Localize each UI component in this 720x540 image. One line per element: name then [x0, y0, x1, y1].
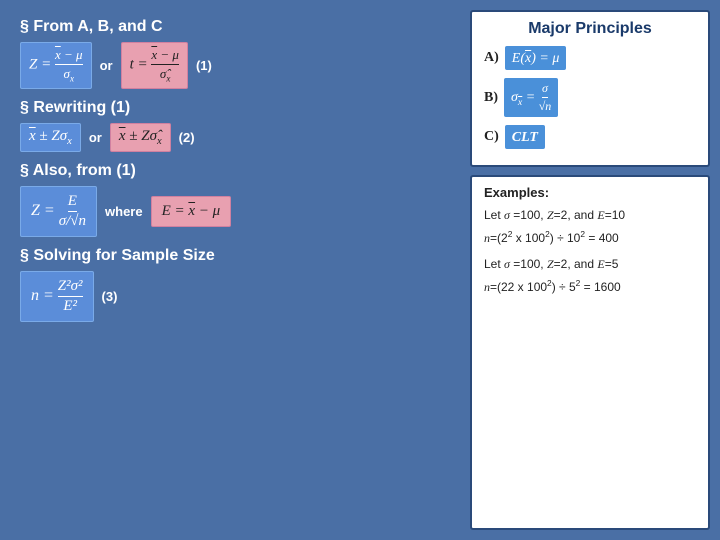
formula-row-4: n = Z²σ² E² (3) [20, 271, 440, 322]
formula-xbar-z-text: x ± Zσx [29, 128, 72, 147]
section3-header: § Also, from (1) [20, 162, 440, 180]
formula-t-pink: t = x − μ σ̂x [121, 42, 188, 89]
principle-c-formula: CLT [505, 125, 545, 149]
formula-row-3: Z = E σ/√n where E = x − μ [20, 186, 440, 237]
formula-z-text: Z = x − μ σx [29, 47, 83, 84]
main-container: § From A, B, and C Z = x − μ σx or t = [0, 0, 720, 540]
major-principles-title: Major Principles [484, 20, 696, 38]
examples-box: Examples: Let σ =100, Z=2, and E=10 n=(2… [470, 175, 710, 530]
formula-xbar-zt-text: x ± Zσ̂x [119, 128, 162, 147]
example2-text: Let σ =100, Z=2, and E=5 [484, 255, 696, 273]
formula-row-1: Z = x − μ σx or t = x − μ σ̂x [20, 42, 440, 89]
right-panel: Major Principles A) E(x) = μ B) σx = σ [460, 0, 720, 540]
formula-z-large-blue: Z = E σ/√n [20, 186, 97, 237]
section3: § Also, from (1) Z = E σ/√n where E = x … [20, 162, 440, 237]
principle-c-label: C) [484, 129, 499, 145]
principle-b-text: σx = σ √n [511, 90, 551, 105]
num-label-3: (3) [102, 289, 118, 304]
section1: § From A, B, and C Z = x − μ σx or t = [20, 18, 440, 89]
example1-text: Let σ =100, Z=2, and E=10 [484, 206, 696, 224]
section2-header: § Rewriting (1) [20, 99, 440, 117]
where-label: where [105, 204, 143, 219]
principle-b-formula: σx = σ √n [504, 78, 558, 117]
major-principles-box: Major Principles A) E(x) = μ B) σx = σ [470, 10, 710, 167]
section2: § Rewriting (1) x ± Zσx or x ± Zσ̂x (2) [20, 99, 440, 152]
formula-n-text: n = Z²σ² E² [31, 278, 83, 315]
formula-e-pink: E = x − μ [151, 196, 232, 227]
formula-xbar-zt-pink: x ± Zσ̂x [110, 123, 171, 152]
example2-formula: n=(22 x 1002) ÷ 52 = 1600 [484, 277, 696, 296]
num-label-1: (1) [196, 58, 212, 73]
principle-b-label: B) [484, 90, 498, 106]
num-label-2: (2) [179, 130, 195, 145]
formula-t-text: t = x − μ σ̂x [130, 47, 179, 84]
formula-xbar-z-blue: x ± Zσx [20, 123, 81, 152]
examples-title: Examples: [484, 185, 696, 200]
principle-a-text: E(x) = μ [512, 51, 560, 66]
section4-header: § Solving for Sample Size [20, 247, 440, 265]
left-panel: § From A, B, and C Z = x − μ σx or t = [0, 0, 460, 540]
formula-z-blue: Z = x − μ σx [20, 42, 92, 89]
principle-a-label: A) [484, 50, 499, 66]
principle-a-row: A) E(x) = μ [484, 46, 696, 70]
principle-b-row: B) σx = σ √n [484, 78, 696, 117]
formula-n-blue: n = Z²σ² E² [20, 271, 94, 322]
principle-c-text: CLT [512, 130, 538, 145]
or-label-1: or [100, 58, 113, 73]
formula-row-2: x ± Zσx or x ± Zσ̂x (2) [20, 123, 440, 152]
example1-formula: n=(22 x 1002) ÷ 102 = 400 [484, 228, 696, 247]
section1-header: § From A, B, and C [20, 18, 440, 36]
formula-e-text: E = x − μ [162, 203, 221, 220]
or-label-2: or [89, 130, 102, 145]
principle-a-formula: E(x) = μ [505, 46, 567, 70]
principle-c-row: C) CLT [484, 125, 696, 149]
formula-z-large-text: Z = E σ/√n [31, 193, 86, 230]
section4: § Solving for Sample Size n = Z²σ² E² (3… [20, 247, 440, 322]
